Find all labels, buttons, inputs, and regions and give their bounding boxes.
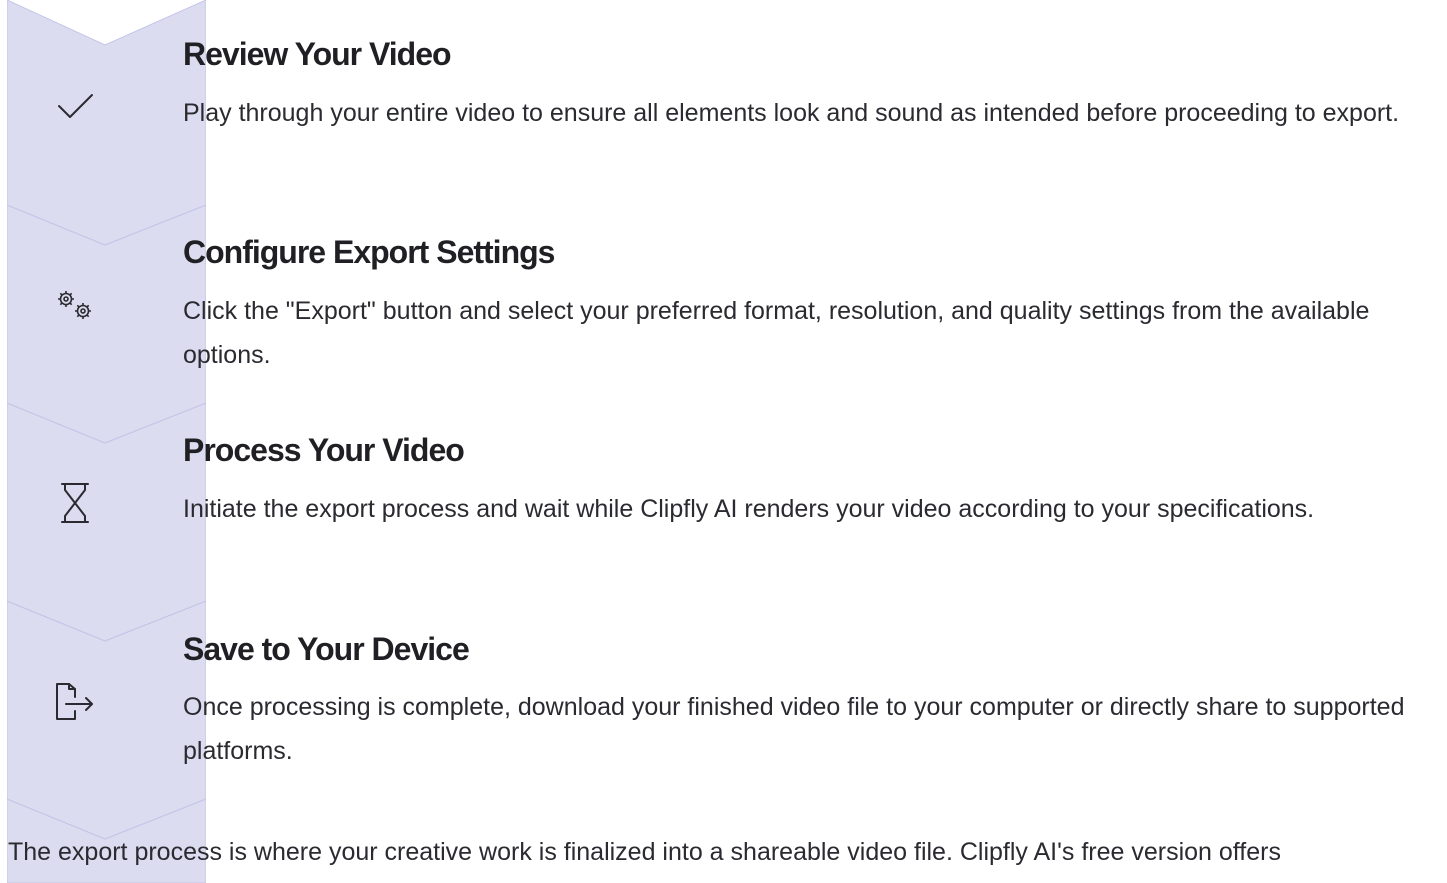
step-description: Once processing is complete, download yo… (183, 693, 1405, 765)
step-description: Play through your entire video to ensure… (183, 99, 1400, 127)
body-paragraph: The export process is where your creativ… (8, 838, 1281, 866)
step-description: Click the "Export" button and select you… (183, 297, 1370, 369)
hourglass-icon (52, 480, 98, 526)
step-title: Configure Export Settings (183, 234, 555, 270)
step-title: Review Your Video (183, 36, 452, 72)
gears-icon (52, 282, 98, 328)
step-title: Save to Your Device (183, 631, 470, 667)
steps-chevron-band (7, 0, 206, 883)
export-file-icon (52, 679, 98, 725)
step-title: Process Your Video (183, 432, 465, 468)
checkmark-icon (52, 83, 98, 129)
step-description: Initiate the export process and wait whi… (183, 495, 1315, 523)
